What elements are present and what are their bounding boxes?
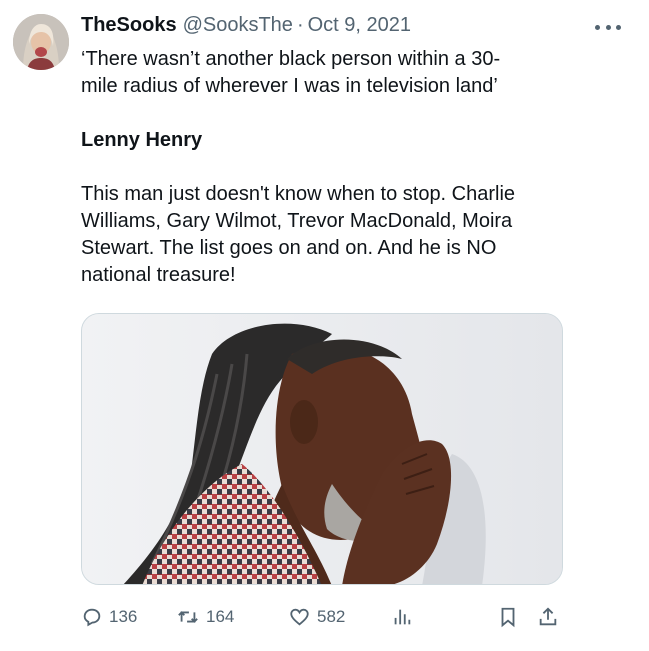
user-handle[interactable]: @SooksThe [183, 14, 293, 37]
separator: · [296, 14, 304, 36]
retweet-icon [178, 611, 198, 623]
reply-button[interactable]: 136 [81, 600, 137, 634]
views-button[interactable] [391, 600, 413, 634]
like-count: 582 [317, 607, 346, 626]
retweet-button[interactable]: 164 [176, 600, 234, 634]
like-button[interactable]: 582 [288, 600, 345, 634]
share-button[interactable] [537, 600, 559, 634]
tweet-attribution: Lenny Henry [81, 129, 203, 151]
bookmark-icon [501, 607, 515, 628]
action-bar: 136 164 582 [81, 600, 571, 634]
more-horizontal-icon[interactable] [595, 20, 621, 34]
display-name[interactable]: TheSooks [81, 14, 177, 37]
share-icon [539, 607, 557, 626]
heart-icon [290, 608, 309, 626]
tweet-date[interactable]: Oct 9, 2021 [308, 14, 411, 37]
tweet-text: ‘There wasn’t another black person withi… [81, 46, 571, 289]
reply-icon [83, 608, 101, 627]
views-chart-icon [394, 609, 411, 625]
tweet-photo[interactable] [81, 313, 563, 585]
tweet-quote: ‘There wasn’t another black person withi… [81, 48, 501, 97]
avatar[interactable] [13, 14, 69, 70]
reply-count: 136 [109, 607, 138, 626]
bookmark-button[interactable] [497, 600, 519, 634]
tweet-header: TheSooks @SooksThe · Oct 9, 2021 [81, 14, 629, 44]
tweet-body: This man just doesn't know when to stop.… [81, 183, 516, 286]
retweet-count: 164 [206, 607, 235, 626]
